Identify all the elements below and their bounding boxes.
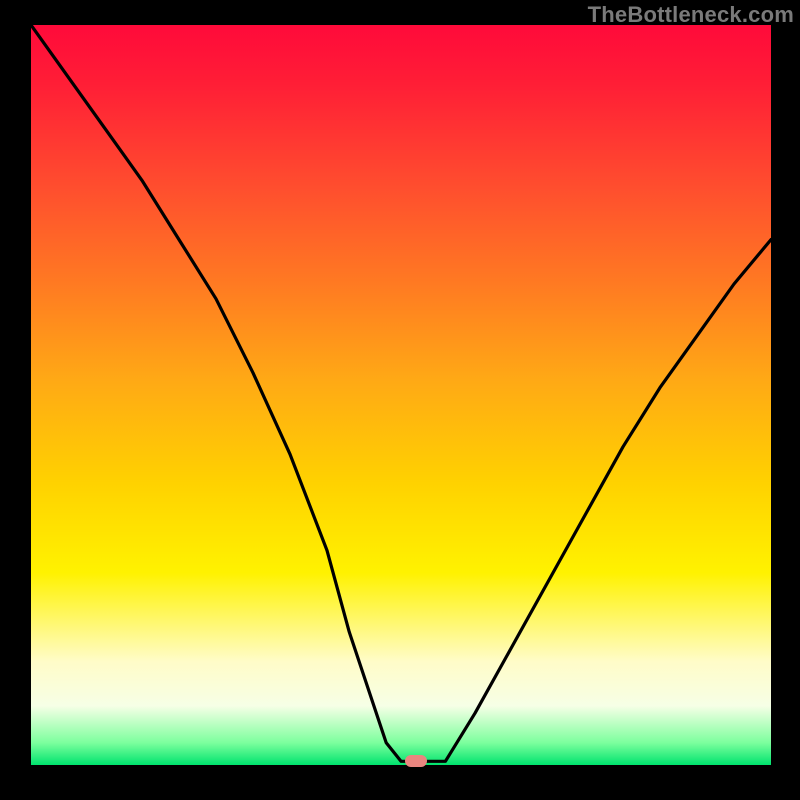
curve-path xyxy=(31,25,771,761)
watermark-text: TheBottleneck.com xyxy=(588,2,794,28)
bottleneck-curve xyxy=(31,25,771,765)
optimal-marker xyxy=(405,755,427,767)
plot-area xyxy=(31,25,771,765)
chart-frame: TheBottleneck.com xyxy=(0,0,800,800)
